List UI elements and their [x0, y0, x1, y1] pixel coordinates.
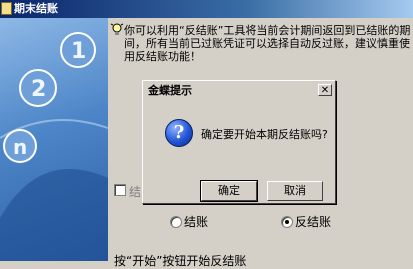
svg-text:2: 2: [31, 77, 46, 102]
window-title: 期末结账: [14, 2, 58, 15]
ok-button[interactable]: 确定: [200, 180, 258, 202]
side-illustration: 1 2 n: [0, 18, 108, 261]
dialog-title: 金蝶提示: [148, 84, 192, 97]
bulb-icon: [110, 23, 124, 35]
dialog-titlebar: 金蝶提示 ✕: [144, 82, 334, 99]
radio-reverse-close[interactable]: [281, 216, 293, 228]
close-period-checkbox[interactable]: [114, 184, 126, 196]
svg-text:n: n: [13, 135, 27, 159]
radio-close-period-label[interactable]: 结账: [184, 213, 208, 230]
mode-radio-group: 结账 反结账: [154, 210, 394, 236]
app-icon: [1, 2, 12, 15]
radio-close-period[interactable]: [170, 216, 182, 228]
radio-reverse-close-label[interactable]: 反结账: [295, 213, 331, 230]
dialog-message: 确定要开始本期反结账吗?: [201, 128, 328, 141]
hint-text: 你可以利用“反结账”工具将当前会计期间返回到已结账的期间，所有当前已过账凭证可以…: [124, 24, 411, 63]
cancel-button[interactable]: 取消: [267, 181, 323, 201]
window-titlebar: 期末结账: [0, 0, 413, 18]
close-icon[interactable]: ✕: [318, 84, 332, 96]
question-icon: ?: [165, 119, 193, 147]
svg-text:1: 1: [71, 39, 86, 64]
confirm-dialog: 金蝶提示 ✕ ? 确定要开始本期反结账吗? 确定 取消: [142, 80, 336, 204]
